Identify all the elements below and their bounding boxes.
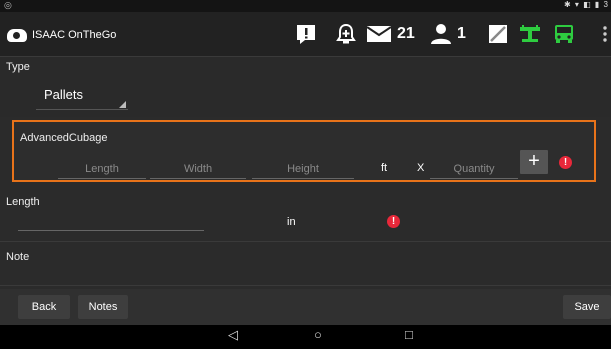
notifications-button[interactable] bbox=[336, 21, 356, 47]
messages-count: 21 bbox=[397, 25, 415, 42]
length-input[interactable]: Length bbox=[58, 160, 146, 179]
people-button[interactable]: 1 bbox=[430, 21, 466, 47]
length-label: Length bbox=[6, 196, 40, 208]
type-section: Type Pallets bbox=[0, 57, 611, 117]
sync-button[interactable] bbox=[488, 21, 508, 47]
width-input[interactable]: Width bbox=[150, 160, 246, 179]
truck-icon bbox=[555, 25, 573, 43]
system-nav-bar: ◁ ○ □ bbox=[0, 325, 611, 349]
messages-button[interactable]: 21 bbox=[366, 21, 415, 47]
bell-icon bbox=[336, 23, 356, 44]
note-label: Note bbox=[6, 251, 30, 263]
equipment-icon bbox=[520, 25, 540, 42]
times-symbol: X bbox=[417, 162, 425, 174]
app-logo-icon bbox=[7, 29, 27, 42]
dropdown-corner-icon bbox=[119, 101, 126, 108]
person-icon bbox=[431, 24, 451, 44]
quantity-input[interactable]: Quantity bbox=[430, 160, 518, 179]
type-label: Type bbox=[6, 61, 30, 73]
people-count: 1 bbox=[457, 25, 466, 42]
equipment-button[interactable] bbox=[519, 21, 541, 47]
advanced-cubage-label: AdvancedCubage bbox=[20, 132, 108, 144]
divider bbox=[0, 285, 611, 286]
more-vert-icon bbox=[603, 26, 607, 42]
nav-recents-icon[interactable]: □ bbox=[405, 327, 413, 342]
spinner-underline bbox=[36, 109, 128, 110]
notes-button[interactable]: Notes bbox=[78, 295, 128, 319]
alert-icon bbox=[297, 25, 315, 44]
note-section[interactable]: Note bbox=[0, 244, 611, 284]
status-bar: ◎ ✱ ▾ ◧ ▮ 3 bbox=[0, 0, 611, 12]
advanced-cubage-section: AdvancedCubage Length Width Height ft X … bbox=[12, 120, 596, 182]
camera-icon: ◎ bbox=[4, 0, 12, 10]
back-button[interactable]: Back bbox=[18, 295, 70, 319]
height-input[interactable]: Height bbox=[252, 160, 354, 179]
sync-status-icon bbox=[489, 25, 507, 43]
action-bar: Back Notes Save bbox=[0, 289, 611, 325]
length-unit-label: in bbox=[287, 216, 296, 228]
save-button[interactable]: Save bbox=[563, 295, 611, 319]
error-icon: ! bbox=[387, 215, 400, 228]
error-icon: ! bbox=[559, 156, 572, 169]
length-section: Length in ! bbox=[0, 190, 611, 240]
add-button[interactable]: + bbox=[520, 150, 548, 174]
overflow-menu-button[interactable] bbox=[603, 21, 609, 47]
cubage-unit-label: ft bbox=[381, 162, 388, 174]
status-icons: ✱ ▾ ◧ ▮ 3 bbox=[563, 0, 609, 9]
app-bar: ISAAC OnTheGo 21 1 bbox=[0, 12, 611, 57]
mail-icon bbox=[366, 26, 392, 42]
nav-home-icon[interactable]: ○ bbox=[314, 327, 322, 342]
alert-button[interactable] bbox=[295, 21, 317, 47]
divider bbox=[0, 241, 611, 242]
length-value-input[interactable] bbox=[18, 230, 204, 231]
vehicle-button[interactable] bbox=[553, 21, 575, 47]
nav-back-icon[interactable]: ◁ bbox=[228, 327, 238, 343]
app-title: ISAAC OnTheGo bbox=[32, 29, 117, 41]
type-selected-value: Pallets bbox=[44, 87, 84, 102]
